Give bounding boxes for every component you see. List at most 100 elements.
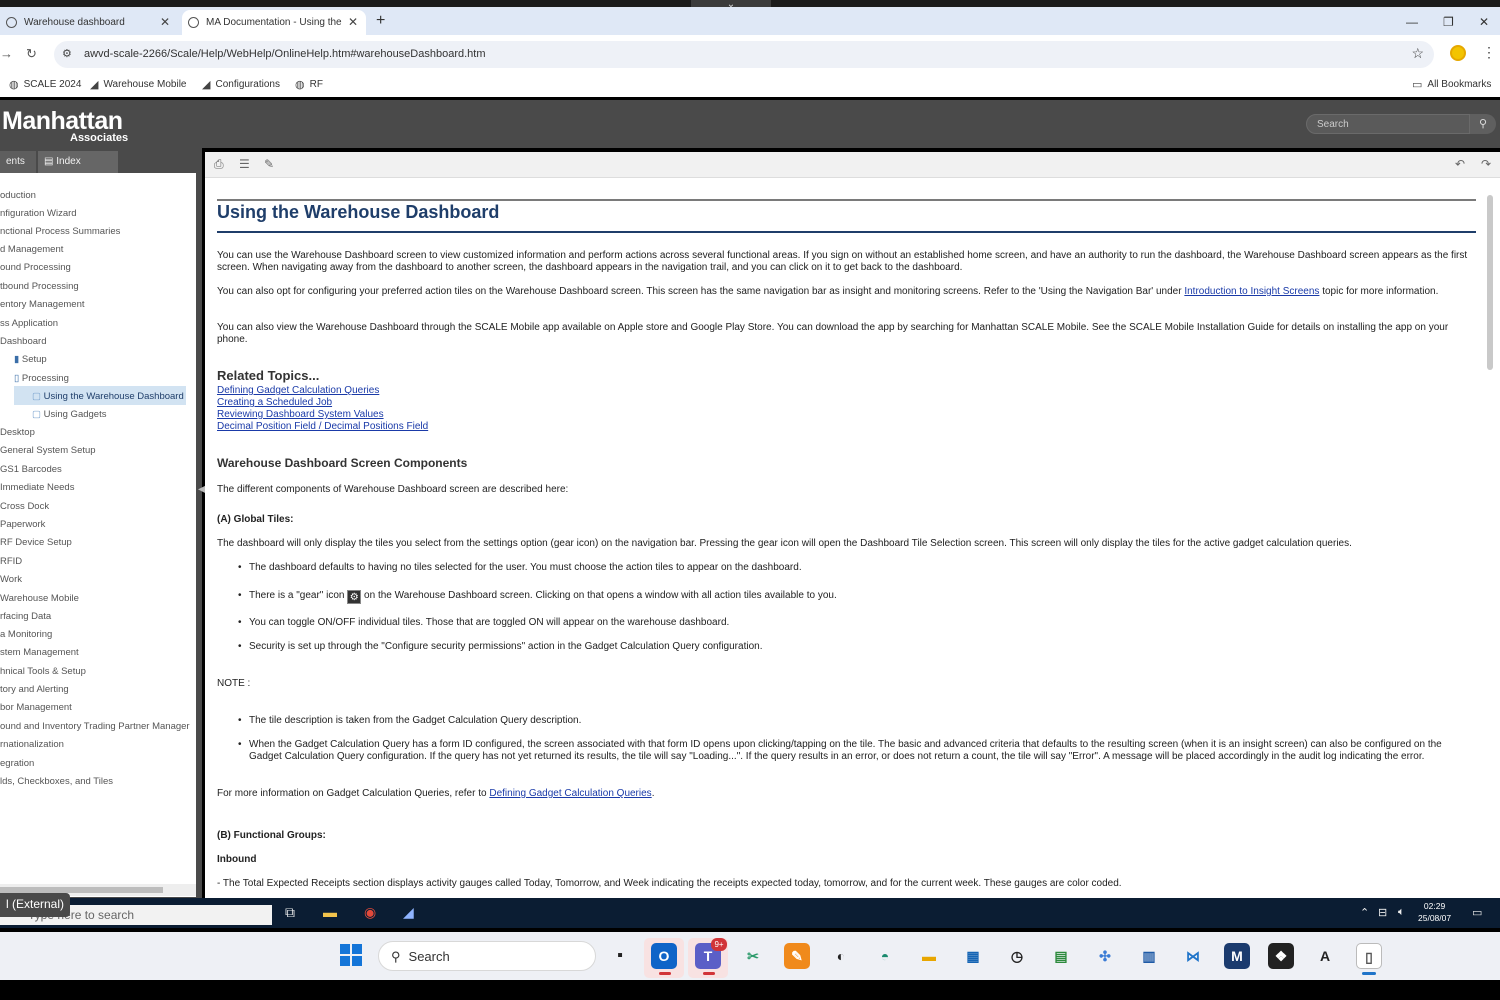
edge-icon[interactable]: ◓ <box>872 943 898 969</box>
link-insight-screens[interactable]: Introduction to Insight Screens <box>1184 286 1319 297</box>
toc-item[interactable]: hnical Tools & Setup <box>0 666 86 677</box>
all-bookmarks[interactable]: ▭ All Bookmarks <box>1412 78 1491 91</box>
toc-item[interactable]: tbound Processing <box>0 281 79 292</box>
outlook-icon[interactable]: O <box>651 943 677 969</box>
list-icon[interactable]: ☰ <box>239 157 250 171</box>
forward-icon[interactable]: ↷ <box>1481 157 1491 171</box>
toc-item[interactable]: stem Management <box>0 647 79 658</box>
network-icon[interactable]: ⊟ <box>1378 906 1387 919</box>
browser-tab[interactable]: Warehouse dashboard ✕ <box>0 10 178 35</box>
toc-item[interactable]: oduction <box>0 190 36 201</box>
print-icon[interactable]: ⎙ <box>214 157 224 172</box>
toc-item[interactable]: Desktop <box>0 427 35 438</box>
toc-item[interactable]: tory and Alerting <box>0 684 69 695</box>
task-view-icon[interactable]: ⧉ <box>285 904 295 921</box>
forward-icon[interactable]: → <box>0 46 13 61</box>
font-app-icon[interactable]: A <box>1312 943 1338 969</box>
omnibox[interactable]: ⚙ awvd-scale-2266/Scale/Help/WebHelp/Onl… <box>54 41 1434 68</box>
document-icon[interactable]: ▯ <box>1356 943 1382 969</box>
volume-icon[interactable]: 🔈︎ <box>1398 906 1405 919</box>
media-player-icon[interactable]: ◐ <box>828 943 854 969</box>
tab-index[interactable]: ▤ Index <box>38 151 118 173</box>
chrome-icon[interactable]: ◉ <box>364 904 376 921</box>
toc-item[interactable]: entory Management <box>0 299 85 310</box>
related-link[interactable]: Creating a Scheduled Job <box>217 397 332 409</box>
toc-item[interactable]: lds, Checkboxes, and Tiles <box>0 776 113 787</box>
toc-item[interactable]: ▢ Using the Warehouse Dashboard <box>32 391 184 402</box>
site-info-icon[interactable]: ⚙ <box>62 47 72 60</box>
sketch-icon[interactable]: ✎ <box>784 943 810 969</box>
bookmark-star-icon[interactable]: ☆ <box>1411 45 1424 62</box>
toc-item[interactable]: ▢ Using Gadgets <box>32 409 106 420</box>
menu-dots-icon[interactable]: ⋮ <box>1482 44 1496 61</box>
bookmark-warehouse-mobile[interactable]: ◢ Warehouse Mobile <box>90 78 186 91</box>
close-tab-icon[interactable]: ✕ <box>348 15 358 29</box>
remote-clock[interactable]: 02:29 25/08/07 <box>1418 900 1451 924</box>
bookmark-configurations[interactable]: ◢ Configurations <box>202 78 280 91</box>
related-link[interactable]: Decimal Position Field / Decimal Positio… <box>217 421 428 433</box>
toc-item[interactable]: ss Application <box>0 318 58 329</box>
clock-app-icon[interactable]: ◷ <box>1004 943 1030 969</box>
toc-item[interactable]: Paperwork <box>0 519 45 530</box>
toc-item[interactable]: ound and Inventory Trading Partner Manag… <box>0 721 190 732</box>
notification-icon[interactable]: ▭ <box>1472 906 1482 919</box>
new-tab-icon[interactable]: + <box>376 12 385 30</box>
manhattan-app-icon[interactable]: ◢ <box>403 904 414 921</box>
toc-item[interactable]: d Management <box>0 244 63 255</box>
search-icon[interactable]: ⚲ <box>1470 114 1496 134</box>
link-gadget-queries[interactable]: Defining Gadget Calculation Queries <box>489 788 651 799</box>
terminal-app-icon[interactable]: ❖ <box>1268 943 1294 969</box>
toc-item[interactable]: RFID <box>0 556 22 567</box>
toc-item[interactable]: rfacing Data <box>0 611 51 622</box>
tray-chevron-icon[interactable]: ⌃ <box>1360 906 1369 919</box>
close-window-icon[interactable]: ✕ <box>1479 15 1489 29</box>
store-icon[interactable]: ▦ <box>960 943 986 969</box>
toc-item[interactable]: nctional Process Summaries <box>0 226 120 237</box>
taskbar-search[interactable]: ⚲ Search <box>378 941 596 971</box>
toc-item[interactable]: egration <box>0 758 34 769</box>
manhattan-app-icon[interactable]: M <box>1224 943 1250 969</box>
maximize-icon[interactable]: ❐ <box>1443 15 1454 29</box>
related-link[interactable]: Defining Gadget Calculation Queries <box>217 385 379 397</box>
toc-item[interactable]: RF Device Setup <box>0 537 72 548</box>
toc-item[interactable]: ▮ Setup <box>14 354 47 365</box>
bookmark-rf[interactable]: ◍ RF <box>295 78 323 91</box>
reload-icon[interactable]: ↻ <box>26 46 37 62</box>
toc-item[interactable]: Immediate Needs <box>0 482 74 493</box>
network-tool-icon[interactable]: ✣ <box>1092 943 1118 969</box>
back-icon[interactable]: ↶ <box>1455 157 1465 171</box>
notepad-chart-icon[interactable]: ▤ <box>1048 943 1074 969</box>
toc-item[interactable]: rnationalization <box>0 739 64 750</box>
url-text[interactable]: awvd-scale-2266/Scale/Help/WebHelp/Onlin… <box>84 48 486 60</box>
toc-item[interactable]: nfiguration Wizard <box>0 208 77 219</box>
toc-item[interactable]: ▯ Processing <box>14 373 69 384</box>
toc-item[interactable]: Warehouse Mobile <box>0 593 79 604</box>
toc-item[interactable]: bor Management <box>0 702 72 713</box>
note-label: NOTE : <box>217 678 251 689</box>
toc-item[interactable]: ound Processing <box>0 262 71 273</box>
file-explorer-icon[interactable]: ▬ <box>323 904 337 920</box>
profile-avatar[interactable] <box>1450 45 1466 61</box>
tab-contents[interactable]: ents <box>0 151 36 173</box>
toc-item[interactable]: General System Setup <box>0 445 96 456</box>
scroll-thumb[interactable] <box>1487 195 1493 370</box>
remove-highlight-icon[interactable]: ✎ <box>264 157 274 171</box>
toc-item[interactable]: Cross Dock <box>0 501 49 512</box>
notepad-icon[interactable]: ▥ <box>1136 943 1162 969</box>
help-search-input[interactable]: Search <box>1306 114 1470 134</box>
content-vertical-scrollbar[interactable] <box>1485 181 1495 894</box>
vscode-icon[interactable]: ⋈ <box>1180 943 1206 969</box>
related-link[interactable]: Reviewing Dashboard System Values <box>217 409 384 421</box>
start-icon[interactable] <box>340 944 362 966</box>
bookmark-scale-2024[interactable]: ◍ SCALE 2024 <box>9 78 81 91</box>
toc-item[interactable]: a Monitoring <box>0 629 52 640</box>
snipping-tool-icon[interactable]: ✂ <box>740 943 766 969</box>
toc-item[interactable]: Dashboard <box>0 336 46 347</box>
task-view-icon[interactable]: ▪ <box>607 943 633 969</box>
file-explorer-icon[interactable]: ▬ <box>916 943 942 969</box>
browser-tab-active[interactable]: MA Documentation - Using the ✕ <box>182 10 366 35</box>
toc-item[interactable]: Work <box>0 574 22 585</box>
minimize-icon[interactable]: — <box>1406 15 1418 29</box>
close-tab-icon[interactable]: ✕ <box>160 15 170 29</box>
toc-item[interactable]: GS1 Barcodes <box>0 464 62 475</box>
